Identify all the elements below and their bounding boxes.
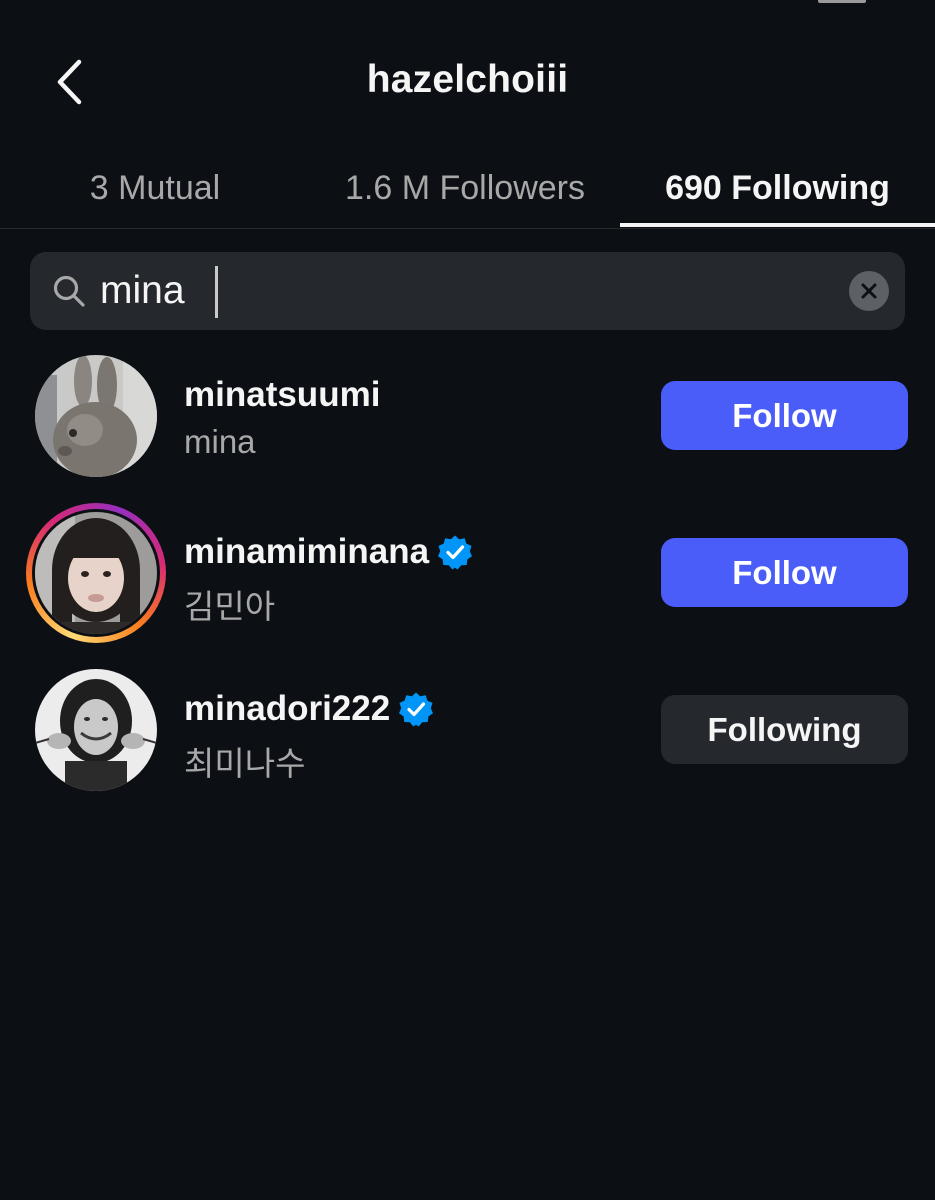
close-icon (861, 283, 877, 299)
verified-badge-icon (399, 692, 434, 727)
full-name: mina (184, 423, 256, 460)
verified-badge-icon (438, 535, 473, 570)
avatar[interactable] (35, 512, 157, 634)
username-text: minamiminana (184, 532, 430, 571)
search-bar (30, 252, 905, 330)
full-name: 김민아 (184, 588, 276, 625)
username[interactable]: minamiminana (184, 532, 473, 572)
following-button[interactable]: Following (661, 695, 908, 764)
tab-followers[interactable]: 1.6 M Followers (310, 150, 620, 226)
search-input[interactable] (100, 264, 800, 318)
search-icon (53, 275, 85, 307)
full-name: 최미나수 (184, 745, 306, 782)
person-avatar-image (35, 669, 157, 791)
username[interactable]: minadori222 (184, 689, 434, 729)
list-item[interactable]: minatsuumi mina Follow (0, 355, 935, 495)
follow-button[interactable]: Follow (661, 381, 908, 450)
avatar[interactable] (35, 355, 157, 477)
username-text: minadori222 (184, 689, 391, 728)
page-title: hazelchoiii (366, 58, 569, 101)
active-tab-indicator (620, 223, 935, 227)
avatar[interactable] (35, 669, 157, 791)
tab-bar: 3 Mutual 1.6 M Followers 690 Following (0, 150, 935, 229)
follow-button[interactable]: Follow (661, 538, 908, 607)
username-text: minatsuumi (184, 375, 381, 414)
tab-following[interactable]: 690 Following (620, 150, 935, 226)
list-item[interactable]: minamiminana 김민아 Follow (0, 503, 935, 652)
rabbit-avatar-image (35, 355, 157, 477)
clear-search-button[interactable] (849, 271, 889, 311)
header: hazelchoiii (0, 0, 935, 150)
tab-mutual[interactable]: 3 Mutual (0, 150, 310, 226)
text-cursor (215, 266, 218, 318)
person-avatar-image (35, 512, 157, 634)
list-item[interactable]: minadori222 최미나수 Following (0, 669, 935, 809)
username[interactable]: minatsuumi (184, 375, 380, 415)
